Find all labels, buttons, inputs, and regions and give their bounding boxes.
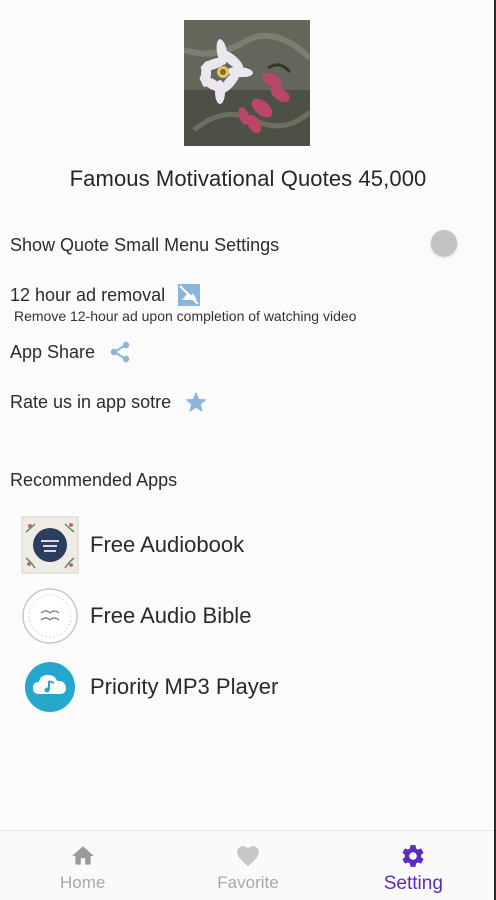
ad-removal-subtitle: Remove 12-hour ad upon completion of wat… bbox=[14, 308, 357, 324]
small-menu-toggle[interactable] bbox=[431, 230, 457, 256]
bottom-navigation: Home Favorite Setting bbox=[0, 830, 496, 900]
rate-label: Rate us in app sotre bbox=[10, 391, 172, 412]
ad-off-icon[interactable] bbox=[176, 282, 202, 308]
share-icon[interactable] bbox=[107, 339, 133, 365]
star-icon[interactable] bbox=[183, 389, 209, 415]
mp3-player-app-icon bbox=[21, 658, 79, 716]
app-name: Free Audiobook bbox=[90, 532, 245, 557]
nav-label-favorite: Favorite bbox=[217, 873, 279, 892]
setting-small-menu-row[interactable]: Show Quote Small Menu Settings bbox=[10, 230, 486, 260]
audiobook-app-icon bbox=[21, 516, 79, 574]
recommended-app-audiobook[interactable]: Free Audiobook bbox=[21, 515, 461, 575]
app-name: Priority MP3 Player bbox=[90, 674, 279, 699]
flower-photo bbox=[184, 20, 310, 146]
recommended-app-mp3-player[interactable]: Priority MP3 Player bbox=[21, 657, 461, 717]
setting-share-row[interactable]: App Share bbox=[10, 338, 486, 366]
nav-setting[interactable]: Setting bbox=[331, 831, 496, 900]
nav-home[interactable]: Home bbox=[0, 831, 165, 900]
app-title: Famous Motivational Quotes 45,000 bbox=[69, 166, 427, 191]
share-label: App Share bbox=[10, 341, 96, 362]
setting-ad-removal-row[interactable]: 12 hour ad removal Remove 12-hour ad upo… bbox=[10, 283, 486, 324]
setting-rate-row[interactable]: Rate us in app sotre bbox=[10, 388, 486, 416]
gear-icon bbox=[400, 843, 426, 869]
nav-favorite[interactable]: Favorite bbox=[165, 831, 330, 900]
recommended-apps-title: Recommended Apps bbox=[10, 470, 178, 490]
heart-icon bbox=[235, 843, 261, 869]
settings-screen: Famous Motivational Quotes 45,000 Show Q… bbox=[0, 0, 496, 900]
audio-bible-app-icon bbox=[21, 587, 79, 645]
ad-removal-label: 12 hour ad removal bbox=[10, 284, 166, 305]
nav-label-setting: Setting bbox=[383, 873, 443, 894]
nav-label-home: Home bbox=[59, 873, 106, 892]
app-name: Free Audio Bible bbox=[90, 603, 252, 628]
home-icon bbox=[70, 843, 96, 869]
small-menu-label: Show Quote Small Menu Settings bbox=[10, 234, 280, 255]
recommended-app-audio-bible[interactable]: Free Audio Bible bbox=[21, 586, 461, 646]
